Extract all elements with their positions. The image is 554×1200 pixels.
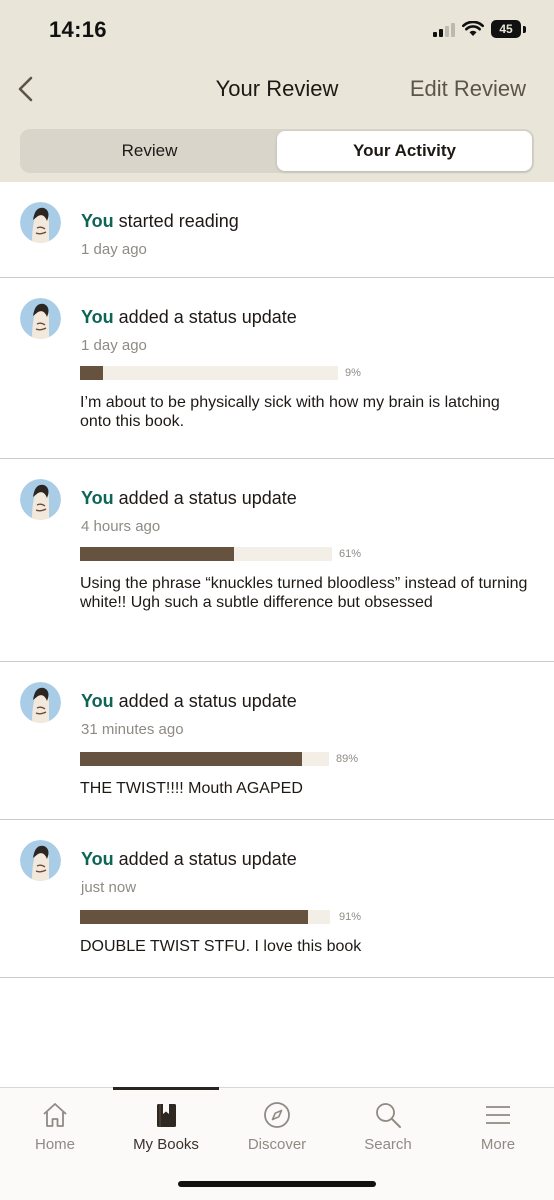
you-link[interactable]: You <box>81 211 114 231</box>
activity-time: 1 day ago <box>81 241 147 258</box>
compass-icon <box>264 1102 290 1128</box>
status-update-text: DOUBLE TWIST STFU. I love this book <box>80 938 362 955</box>
tab-more[interactable]: More <box>443 1088 553 1168</box>
you-link[interactable]: You <box>81 691 114 711</box>
tab-home[interactable]: Home <box>0 1088 110 1168</box>
search-icon <box>376 1103 401 1128</box>
you-link[interactable]: You <box>81 488 114 508</box>
you-link[interactable]: You <box>81 307 114 327</box>
book-icon <box>157 1104 176 1127</box>
activity-item: You added a status update 1 day ago 9% I… <box>0 278 554 459</box>
battery-tip <box>523 25 526 33</box>
activity-headline: You added a status update <box>81 849 297 870</box>
progress-percent: 9% <box>345 367 361 379</box>
activity-headline: You started reading <box>81 211 239 232</box>
progress-bar <box>80 752 329 766</box>
activity-headline: You added a status update <box>81 488 297 509</box>
activity-action: added a status update <box>113 307 297 327</box>
tab-label: My Books <box>133 1136 199 1153</box>
battery-level: 45 <box>499 22 513 36</box>
activity-time: just now <box>81 879 137 896</box>
activity-action: added a status update <box>113 691 297 711</box>
progress-bar <box>80 910 330 924</box>
tab-your-activity[interactable]: Your Activity <box>277 131 532 171</box>
battery-icon: 45 <box>491 20 521 38</box>
activity-feed: You started reading 1 day ago You added … <box>0 182 554 978</box>
tab-label: Home <box>34 1136 75 1153</box>
avatar[interactable] <box>20 202 61 243</box>
tab-label: Discover <box>247 1136 307 1153</box>
tab-label: More <box>480 1136 516 1153</box>
activity-time: 1 day ago <box>81 337 147 354</box>
wifi-icon <box>462 21 484 36</box>
cellular-signal-icon <box>433 21 455 37</box>
tab-review[interactable]: Review <box>22 131 277 171</box>
status-update-text: I’m about to be physically sick with how… <box>80 394 500 430</box>
progress-bar <box>80 366 338 380</box>
progress-fill <box>80 366 104 380</box>
progress-fill <box>80 752 302 766</box>
avatar[interactable] <box>20 479 61 520</box>
menu-icon <box>486 1106 510 1124</box>
activity-item: You added a status update 31 minutes ago… <box>0 662 554 820</box>
progress-bar <box>80 547 332 561</box>
activity-time: 4 hours ago <box>81 518 161 535</box>
avatar[interactable] <box>20 840 61 881</box>
activity-item: You added a status update just now 91% D… <box>0 820 554 978</box>
status-update-text: Using the phrase “knuckles turned bloodl… <box>80 575 528 611</box>
status-update-text: THE TWIST!!!! Mouth AGAPED <box>80 780 303 797</box>
progress-fill <box>80 547 234 561</box>
activity-action: added a status update <box>113 488 297 508</box>
status-icons: 45 <box>433 20 526 38</box>
segmented-control: Review Your Activity <box>20 129 534 173</box>
progress-percent: 91% <box>339 911 362 923</box>
progress-fill <box>80 910 308 924</box>
avatar[interactable] <box>20 682 61 723</box>
activity-action: started reading <box>113 211 239 231</box>
activity-headline: You added a status update <box>81 691 297 712</box>
header: 14:16 45 Your Review Edit Review Review … <box>0 0 554 182</box>
home-icon <box>43 1103 67 1127</box>
home-indicator <box>178 1181 376 1187</box>
edit-review-button[interactable]: Edit Review <box>410 76 526 102</box>
activity-item: You added a status update 4 hours ago 61… <box>0 459 554 662</box>
progress-percent: 89% <box>336 753 359 765</box>
tab-discover[interactable]: Discover <box>222 1088 332 1168</box>
activity-item: You started reading 1 day ago <box>0 182 554 278</box>
tab-search[interactable]: Search <box>333 1088 443 1168</box>
tab-label: Search <box>364 1136 412 1153</box>
activity-headline: You added a status update <box>81 307 297 328</box>
activity-time: 31 minutes ago <box>81 721 184 738</box>
progress-percent: 61% <box>339 548 362 560</box>
avatar[interactable] <box>20 298 61 339</box>
tab-my-books[interactable]: My Books <box>111 1088 221 1168</box>
activity-action: added a status update <box>113 849 297 869</box>
status-time: 14:16 <box>49 17 107 42</box>
you-link[interactable]: You <box>81 849 114 869</box>
